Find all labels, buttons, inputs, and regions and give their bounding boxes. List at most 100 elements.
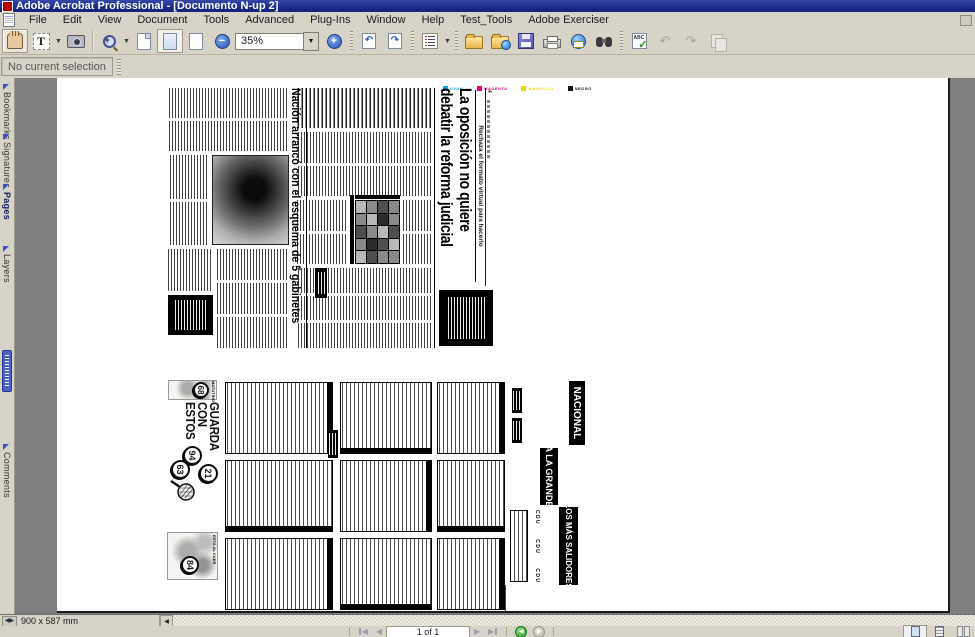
zoom-out-button[interactable]: − [209,29,235,53]
fit-page-button[interactable] [157,29,183,53]
first-page-button[interactable]: ◀ [355,627,372,636]
previous-view-button[interactable]: ◀ [515,626,527,637]
document-window-icon[interactable] [3,13,15,27]
zoom-in-button[interactable]: + [321,29,347,53]
toolbar-grip[interactable] [620,31,623,51]
snapshot-tool-button[interactable] [63,29,89,53]
redo-button[interactable]: ↷ [678,29,704,53]
rotate-counterclockwise-button[interactable]: ↶ [356,29,382,53]
lottery-table [340,382,432,454]
globe-icon [501,40,511,50]
main-headline: La oposición no quiere debatir la reform… [437,88,475,252]
zoom-tool-button[interactable] [96,29,122,53]
open-from-web-button[interactable] [487,29,513,53]
toolbar-separator [92,31,93,51]
toolbar-grip[interactable] [411,31,414,51]
lottery-table [225,460,333,532]
tab-bookmarks[interactable]: Bookmarks [1,92,13,140]
menu-file[interactable]: File [21,13,55,27]
section-header-a-la-grande: A LA GRANDE [540,448,558,505]
email-button[interactable] [565,29,591,53]
task-list-dropdown-arrow[interactable]: ▼ [443,30,452,52]
fit-width-icon [189,33,203,50]
spell-check-button[interactable] [626,29,652,53]
open-folder-icon [465,36,483,49]
zoom-level-input[interactable]: 35% [235,33,303,50]
menu-view[interactable]: View [90,13,130,27]
rotate-clockwise-button[interactable]: ↷ [382,29,408,53]
facing-layout-button[interactable] [951,625,975,637]
spell-check-icon [632,33,647,49]
continuous-layout-button[interactable] [927,625,951,637]
copy-icon [711,34,723,48]
acrobat-app-icon [2,1,13,12]
yellow-swatch-icon [521,86,526,91]
task-list-button[interactable] [417,29,443,53]
menu-adobe-exerciser[interactable]: Adobe Exerciser [520,13,617,27]
tab-comments[interactable]: Comments [1,452,13,498]
next-view-button[interactable]: ▶ [533,626,545,637]
lottery-table [225,538,333,610]
select-tool-dropdown-arrow[interactable]: ▼ [54,30,63,52]
main-toolbar: T ▼ ▼ − 35% ▼ + ↶ ↷ ▼ ↶ ↷ [0,28,975,55]
save-button[interactable] [513,29,539,53]
menu-edit[interactable]: Edit [55,13,90,27]
page-size-value: 900 x 587 mm [21,616,78,626]
body-text-columns [168,88,287,151]
search-button[interactable] [591,29,617,53]
menu-tools[interactable]: Tools [196,13,238,27]
hand-icon [7,33,23,49]
menu-advanced[interactable]: Advanced [237,13,302,27]
menu-help[interactable]: Help [414,13,453,27]
toolbar-grip[interactable] [350,31,353,51]
draw-label-box [512,388,522,413]
panel-splitter-handle[interactable] [2,350,12,392]
cartoon-matutino-label: MATUTINO [211,381,216,402]
pdf-page[interactable]: CYAN MAGENTA AMARILLO NEGRO [57,78,950,613]
menu-window[interactable]: Window [358,13,413,27]
page-number-field[interactable]: 1 of 1 [386,626,470,637]
single-page-layout-button[interactable] [903,625,927,637]
splitter-toggle-icon[interactable]: ◀▶ [2,616,17,627]
cartoon-esta-al-caer-label: ESTÁ AL CAER [212,535,217,564]
draw-label-box [512,418,522,443]
lottery-table [225,382,333,454]
open-button[interactable] [461,29,487,53]
navigation-tab-strip: Bookmarks Signatures Pages Layers Commen… [0,78,15,614]
zoom-tool-dropdown-arrow[interactable]: ▼ [122,30,131,52]
lottery-table [437,460,505,532]
status-bar: ◀ ◀ 1 of 1 ▶ ▶ ◀ ▶ [0,626,975,637]
select-text-tool-button[interactable]: T [28,29,54,53]
task-list-icon [422,33,438,49]
hand-tool-button[interactable] [2,29,28,53]
document-canvas[interactable]: CYAN MAGENTA AMARILLO NEGRO [15,78,975,614]
zoom-level-dropdown-arrow[interactable]: ▼ [303,32,319,51]
tab-signatures[interactable]: Signatures [1,142,13,188]
actual-size-icon [137,33,151,50]
menu-test-tools[interactable]: Test_Tools [452,13,520,27]
menu-document[interactable]: Document [129,13,195,27]
print-button[interactable] [539,29,565,53]
tab-layers[interactable]: Layers [1,254,13,283]
body-text-columns [217,249,287,348]
toolbar-grip[interactable] [117,59,121,75]
work-area: Bookmarks Signatures Pages Layers Commen… [0,78,975,614]
next-page-button[interactable]: ▶ [470,627,484,636]
menu-plugins[interactable]: Plug-Ins [302,13,358,27]
fit-width-button[interactable] [183,29,209,53]
printer-icon [543,39,561,48]
previous-page-button[interactable]: ◀ [372,627,386,636]
secondary-headline: Nación arrancó con el esquema de 5 gabin… [289,88,303,317]
acrobat-window: Adobe Acrobat Professional - [Documento … [0,0,975,637]
last-page-button[interactable]: ▶ [484,627,501,636]
tab-pages[interactable]: Pages [1,192,13,220]
redo-icon: ↷ [686,35,697,48]
undo-button[interactable]: ↶ [652,29,678,53]
kicker-headline: Rechaza el formato virtual para hacerlo [475,90,484,282]
copy-button[interactable] [704,29,730,53]
toolbar-grip[interactable] [455,31,458,51]
selection-status-box: No current selection [1,57,113,76]
document-restore-button[interactable] [960,15,972,26]
lottery-number-circle: 84 [181,556,199,574]
actual-size-button[interactable] [131,29,157,53]
